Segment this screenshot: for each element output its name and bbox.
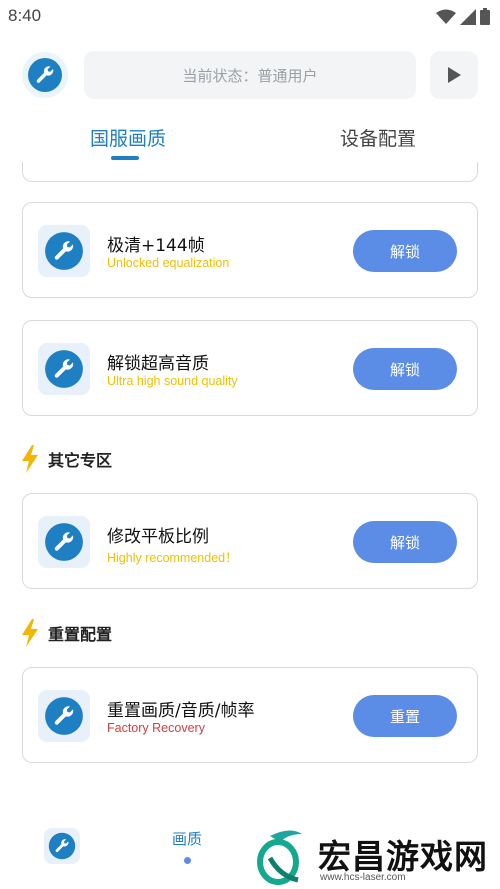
unlock-tablet-ratio-button[interactable]: 解锁 bbox=[353, 521, 457, 563]
card-icon bbox=[38, 225, 90, 277]
tab-device-config[interactable]: 设备配置 bbox=[340, 124, 416, 151]
tab-bar: 国服画质 设备配置 bbox=[0, 118, 500, 168]
user-status-text: 当前状态：普通用户 bbox=[182, 66, 318, 85]
wrench-icon bbox=[45, 523, 83, 561]
lightning-icon bbox=[22, 619, 38, 647]
tab-domestic-quality[interactable]: 国服画质 bbox=[90, 124, 166, 151]
wrench-icon bbox=[28, 58, 62, 92]
watermark-title: 宏昌游戏网 bbox=[318, 837, 488, 876]
wrench-icon bbox=[45, 350, 83, 388]
status-bar: 8:40 bbox=[0, 0, 500, 34]
card-title: 重置画质/音质/帧率 bbox=[107, 701, 255, 721]
nav-home[interactable] bbox=[44, 828, 80, 864]
user-status-field: 当前状态：普通用户 bbox=[84, 51, 416, 99]
watermark-url: www.hcs-laser.com bbox=[320, 872, 406, 883]
feature-card-sound: 解锁超高音质 Ultra high sound quality 解锁 bbox=[22, 320, 478, 416]
signal-icon bbox=[460, 8, 476, 25]
battery-icon bbox=[480, 8, 490, 25]
app-logo bbox=[22, 52, 68, 98]
status-time: 8:40 bbox=[8, 6, 42, 25]
unlock-sound-button[interactable]: 解锁 bbox=[353, 348, 457, 390]
section-title: 重置配置 bbox=[48, 625, 113, 644]
reset-config-button[interactable]: 重置 bbox=[353, 695, 457, 737]
play-icon bbox=[448, 67, 461, 83]
unlock-144fps-button[interactable]: 解锁 bbox=[353, 230, 457, 272]
wrench-icon bbox=[45, 697, 83, 735]
wrench-icon bbox=[45, 232, 83, 270]
nav-active-dot bbox=[184, 857, 191, 864]
card-title: 极清+144帧 bbox=[107, 236, 205, 256]
wrench-icon bbox=[48, 832, 76, 860]
nav-quality[interactable]: 画质 bbox=[172, 828, 202, 849]
lightning-icon bbox=[22, 445, 38, 473]
card-icon bbox=[38, 690, 90, 742]
wifi-icon bbox=[436, 9, 456, 24]
card-icon bbox=[38, 516, 90, 568]
watermark: 宏昌游戏网 www.hcs-laser.com bbox=[248, 826, 500, 889]
card-icon bbox=[38, 343, 90, 395]
card-subtitle: Ultra high sound quality bbox=[107, 374, 238, 388]
card-title: 修改平板比例 bbox=[107, 527, 209, 547]
section-reset: 重置配置 bbox=[20, 618, 112, 648]
play-button[interactable] bbox=[430, 51, 478, 99]
card-title: 解锁超高音质 bbox=[107, 354, 209, 374]
header: 当前状态：普通用户 bbox=[0, 48, 500, 102]
status-icons bbox=[436, 8, 490, 25]
section-title: 其它专区 bbox=[48, 451, 113, 470]
watermark-logo-icon bbox=[257, 830, 302, 885]
card-subtitle: Unlocked equalization bbox=[107, 256, 230, 270]
active-tab-indicator bbox=[111, 156, 139, 160]
partial-card bbox=[22, 162, 478, 182]
card-subtitle: Factory Recovery bbox=[107, 721, 205, 735]
feature-card-tablet-ratio: 修改平板比例 Highly recommended！ 解锁 bbox=[22, 493, 478, 589]
card-subtitle: Highly recommended！ bbox=[107, 551, 238, 565]
feature-card-144fps: 极清+144帧 Unlocked equalization 解锁 bbox=[22, 202, 478, 298]
section-other: 其它专区 bbox=[20, 444, 112, 474]
feature-card-reset: 重置画质/音质/帧率 Factory Recovery 重置 bbox=[22, 667, 478, 763]
